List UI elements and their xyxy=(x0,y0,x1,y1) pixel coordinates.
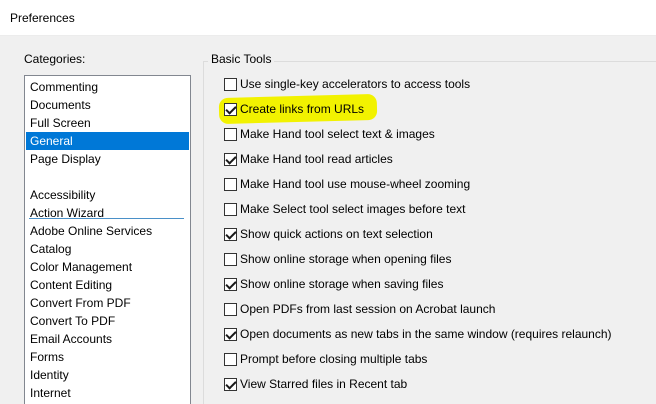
category-forms[interactable]: Forms xyxy=(26,348,189,366)
option-open-as-tabs[interactable]: Open documents as new tabs in the same w… xyxy=(224,325,612,343)
option-prompt-closing-tabs[interactable]: Prompt before closing multiple tabs xyxy=(224,350,427,368)
category-convert-to-pdf[interactable]: Convert To PDF xyxy=(26,312,189,330)
option-label: Open PDFs from last session on Acrobat l… xyxy=(240,302,496,316)
option-open-last-session[interactable]: Open PDFs from last session on Acrobat l… xyxy=(224,300,495,318)
checkbox[interactable] xyxy=(224,127,237,141)
category-full-screen[interactable]: Full Screen xyxy=(26,114,189,132)
option-label: Show online storage when saving files xyxy=(240,277,444,291)
checkbox[interactable] xyxy=(224,302,237,316)
category-commenting[interactable]: Commenting xyxy=(26,78,189,96)
option-online-storage-saving[interactable]: Show online storage when saving files xyxy=(224,275,443,293)
option-label: Prompt before closing multiple tabs xyxy=(240,352,428,366)
category-color-management[interactable]: Color Management xyxy=(26,258,189,276)
category-content-editing[interactable]: Content Editing xyxy=(26,276,189,294)
option-label: Create links from URLs xyxy=(240,102,365,116)
category-action-wizard[interactable]: Action Wizard xyxy=(26,204,189,222)
category-accessibility[interactable]: Accessibility xyxy=(26,186,189,204)
categories-list[interactable]: Commenting Documents Full Screen General… xyxy=(24,75,191,404)
option-view-starred-files[interactable]: View Starred files in Recent tab xyxy=(224,375,407,393)
option-quick-actions[interactable]: Show quick actions on text selection xyxy=(224,225,433,243)
category-catalog[interactable]: Catalog xyxy=(26,240,189,258)
option-label: Make Select tool select images before te… xyxy=(240,202,466,216)
option-label: Make Hand tool select text & images xyxy=(240,127,435,141)
checkbox[interactable] xyxy=(224,252,237,266)
option-label: Show online storage when opening files xyxy=(240,252,452,266)
title-bar: Preferences xyxy=(0,0,656,36)
option-label: Make Hand tool read articles xyxy=(240,152,393,166)
category-convert-from-pdf[interactable]: Convert From PDF xyxy=(26,294,189,312)
category-internet[interactable]: Internet xyxy=(26,384,189,402)
checkbox[interactable] xyxy=(224,152,237,166)
basic-tools-label: Basic Tools xyxy=(211,52,272,66)
category-identity[interactable]: Identity xyxy=(26,366,189,384)
option-label: View Starred files in Recent tab xyxy=(240,377,408,391)
option-online-storage-opening[interactable]: Show online storage when opening files xyxy=(224,250,451,268)
option-label: Show quick actions on text selection xyxy=(240,227,433,241)
option-select-images-before-text[interactable]: Make Select tool select images before te… xyxy=(224,200,465,218)
category-page-display[interactable]: Page Display xyxy=(26,150,189,168)
option-label: Open documents as new tabs in the same w… xyxy=(240,327,612,341)
category-documents[interactable]: Documents xyxy=(26,96,189,114)
checkbox[interactable] xyxy=(224,227,237,241)
categories-label: Categories: xyxy=(24,52,86,66)
dialog-body: Categories: Commenting Documents Full Sc… xyxy=(0,36,656,404)
option-single-key-accelerators[interactable]: Use single-key accelerators to access to… xyxy=(224,75,470,93)
checkbox[interactable] xyxy=(224,202,237,216)
checkbox[interactable] xyxy=(224,77,237,91)
checkbox[interactable] xyxy=(224,177,237,191)
option-create-links-from-urls[interactable]: Create links from URLs xyxy=(224,100,364,118)
checkbox[interactable] xyxy=(224,377,237,391)
option-hand-select-text-images[interactable]: Make Hand tool select text & images xyxy=(224,125,435,143)
option-label: Use single-key accelerators to access to… xyxy=(240,77,471,91)
checkbox[interactable] xyxy=(224,277,237,291)
option-label: Make Hand tool use mouse-wheel zooming xyxy=(240,177,471,191)
checkbox[interactable] xyxy=(224,102,237,116)
option-hand-read-articles[interactable]: Make Hand tool read articles xyxy=(224,150,393,168)
option-hand-wheel-zooming[interactable]: Make Hand tool use mouse-wheel zooming xyxy=(224,175,470,193)
window-title: Preferences xyxy=(10,11,75,25)
category-email-accounts[interactable]: Email Accounts xyxy=(26,330,189,348)
category-general[interactable]: General xyxy=(26,132,189,150)
checkbox[interactable] xyxy=(224,327,237,341)
checkbox[interactable] xyxy=(224,352,237,366)
category-adobe-online-services[interactable]: Adobe Online Services xyxy=(26,222,189,240)
